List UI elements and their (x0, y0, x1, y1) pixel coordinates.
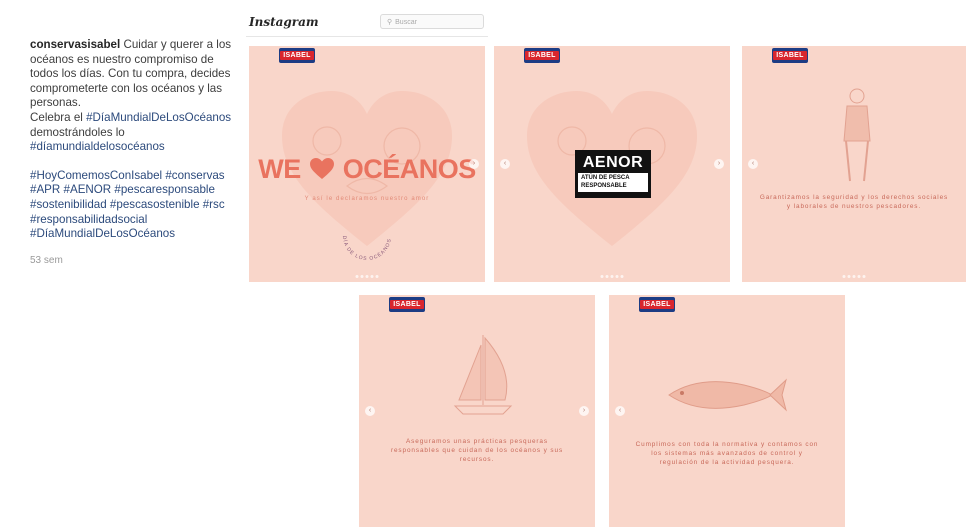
caption-celebra: Celebra el (30, 110, 87, 124)
carousel-slide-2[interactable]: ISABEL AENOR ATÚN DE PESCA RESPONSABLE ‹ … (494, 46, 730, 282)
svg-text:DÍA DE LOS OCÉANOS: DÍA DE LOS OCÉANOS (341, 236, 393, 263)
carousel-slide-5[interactable]: ISABEL Cumplimos con toda la normativa y… (609, 295, 845, 527)
slide-text: Cumplimos con toda la normativa y contam… (635, 441, 819, 466)
prev-arrow-icon[interactable]: ‹ (500, 159, 510, 169)
carousel-slide-4[interactable]: ISABEL Aseguramos unas prácticas pesquer… (359, 295, 595, 527)
isabel-logo: ISABEL (389, 297, 425, 312)
carousel-dots (842, 275, 866, 278)
heart-icon (309, 158, 334, 179)
post-timestamp[interactable]: 53 sem (30, 254, 235, 269)
carousel-slide-3[interactable]: ISABEL Garantizamos la seguridad y los d… (742, 46, 966, 282)
isabel-logo: ISABEL (639, 297, 675, 312)
isabel-logo: ISABEL (772, 48, 808, 63)
hashtag-link[interactable]: #DíaMundialDeLosOcéanos (86, 111, 231, 124)
prev-arrow-icon[interactable]: ‹ (365, 406, 375, 416)
search-input[interactable]: ⚲ Buscar (380, 14, 484, 29)
aenor-seal: AENOR ATÚN DE PESCA RESPONSABLE (575, 150, 651, 198)
slide-text: Garantizamos la seguridad y los derechos… (759, 194, 949, 210)
carousel-slide-1[interactable]: ISABEL WE OCÉANOS Y así le declaramos nu… (249, 46, 485, 282)
slide-subtitle: Y así le declaramos nuestro amor (304, 196, 430, 202)
next-arrow-icon[interactable]: › (714, 159, 724, 169)
sailboat-illustration (453, 335, 513, 415)
next-arrow-icon[interactable]: › (579, 406, 589, 416)
we-oceanos-title: WE OCÉANOS (258, 154, 476, 184)
caption-demostrando: demostrándoles lo (30, 125, 125, 139)
username-link[interactable]: conservasisabel (30, 38, 120, 51)
slide-text: Aseguramos unas prácticas pesqueras resp… (390, 438, 564, 463)
isabel-logo: ISABEL (524, 48, 560, 63)
tuna-illustration (668, 378, 787, 412)
search-placeholder: Buscar (395, 19, 417, 26)
isabel-logo: ISABEL (279, 48, 315, 63)
dia-oceanos-badge: DÍA DE LOS OCÉANOS (341, 236, 393, 263)
hashtag-link[interactable]: #díamundialdelosocéanos (30, 140, 165, 153)
hashtag-list[interactable]: #HoyComemosConIsabel #conservas #APR #AE… (30, 169, 235, 242)
carousel-dots (355, 275, 379, 278)
next-arrow-icon[interactable]: › (469, 159, 479, 169)
prev-arrow-icon[interactable]: ‹ (615, 406, 625, 416)
fisherman-illustration (843, 88, 871, 182)
instagram-logo[interactable]: Instagram (249, 15, 319, 29)
instagram-header: Instagram ⚲ Buscar (246, 10, 488, 37)
prev-arrow-icon[interactable]: ‹ (748, 159, 758, 169)
carousel-dots (600, 275, 624, 278)
search-icon: ⚲ (387, 19, 393, 26)
post-caption: conservasisabel Cuidar y querer a los oc… (30, 38, 235, 268)
